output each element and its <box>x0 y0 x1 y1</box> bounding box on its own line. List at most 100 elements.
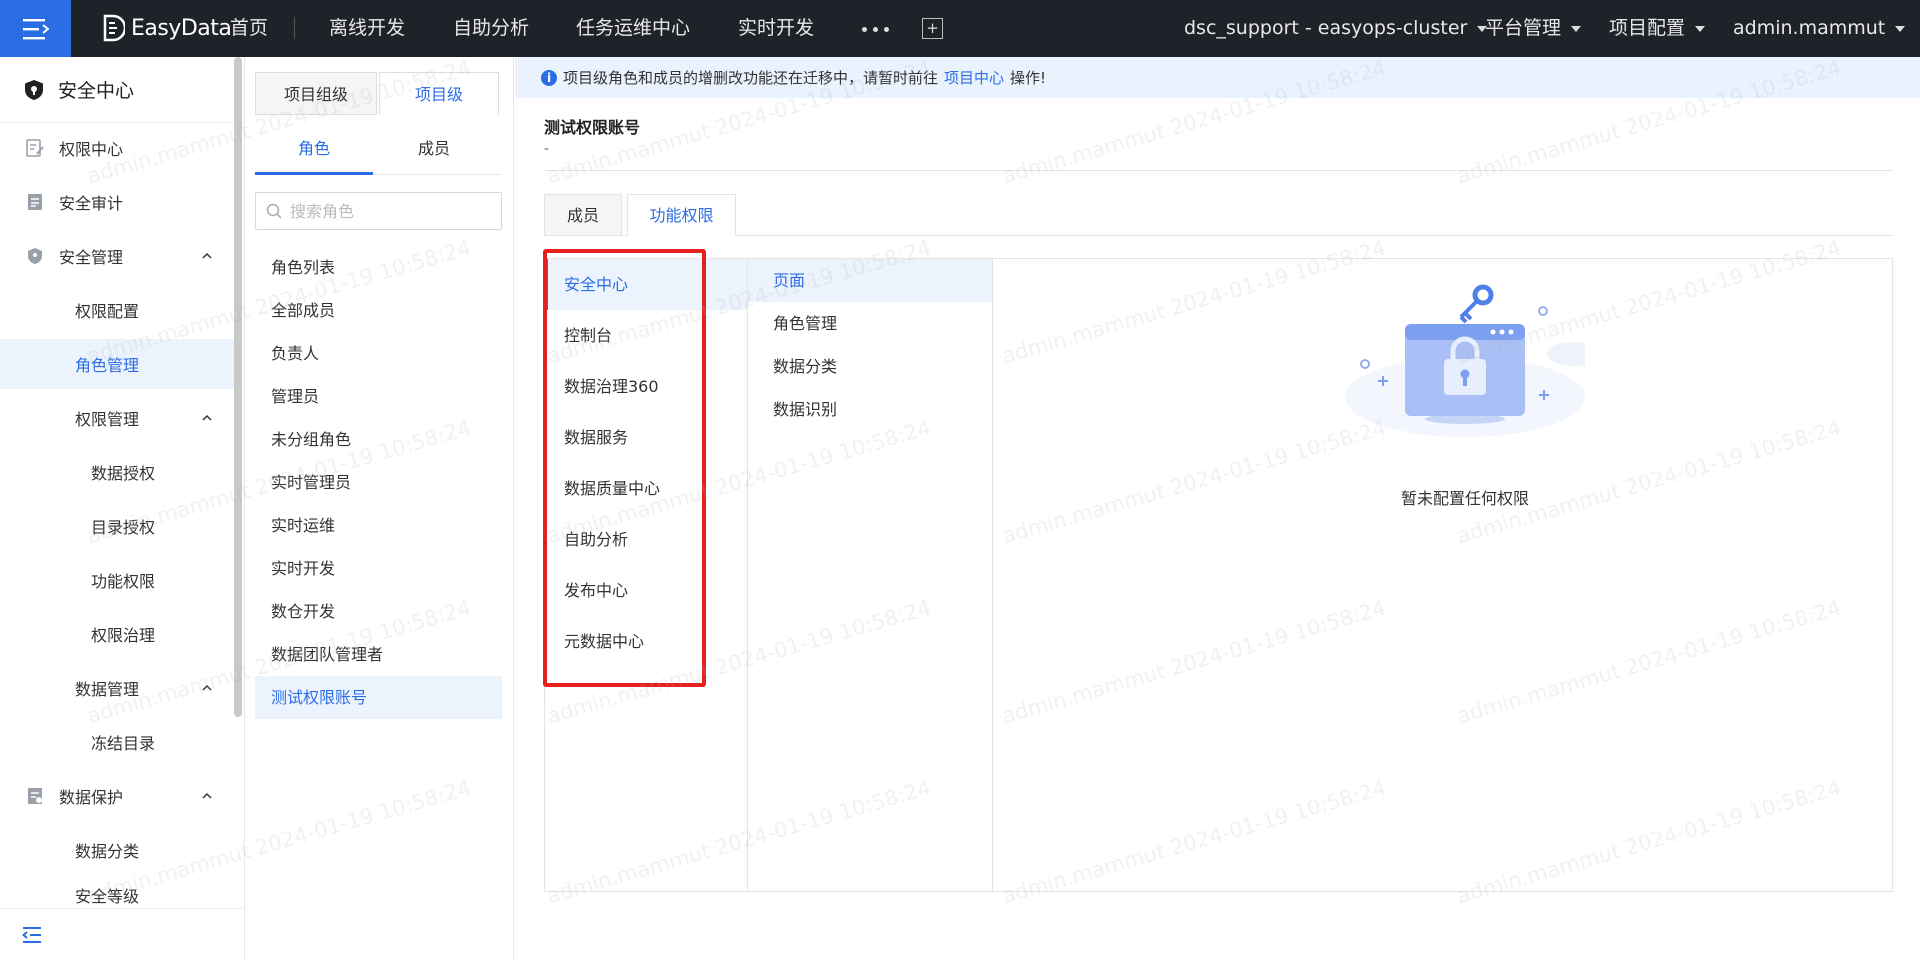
content-tabs: 成员 功能权限 <box>544 194 1893 236</box>
sidebar-item-data-auth[interactable]: 数据授权 <box>0 447 236 497</box>
module-item[interactable]: 安全中心 <box>545 259 747 310</box>
project-config-dropdown[interactable]: 项目配置 <box>1609 0 1706 57</box>
sidebar-item-frozen-catalog[interactable]: 冻结目录 <box>0 717 236 767</box>
module-item[interactable]: 控制台 <box>545 310 747 361</box>
chevron-up-icon <box>202 252 212 259</box>
notice-text: 项目级角色和成员的增删改功能还在迁移中，请暂时前往 <box>563 69 939 87</box>
divider <box>544 170 1893 171</box>
page-list: 页面 角色管理 数据分类 数据识别 <box>748 259 993 891</box>
sidebar-item-label: 功能权限 <box>91 572 156 591</box>
chevron-down-icon <box>1895 25 1906 32</box>
page-item[interactable]: 页面 <box>748 259 992 302</box>
tab-project-level[interactable]: 项目级 <box>379 72 499 115</box>
module-item[interactable]: 数据质量中心 <box>545 463 747 514</box>
tab-function-permissions[interactable]: 功能权限 <box>627 194 736 236</box>
sidebar-collapse-button[interactable] <box>0 908 244 960</box>
platform-mgmt-label: 平台管理 <box>1485 17 1562 39</box>
sidebar: 安全中心 权限中心 安全审计 安全管理 权限配置 角色管理 权限管理 数据授权 … <box>0 57 245 960</box>
sidebar-item-label: 数据分类 <box>75 842 140 861</box>
permission-edit-icon <box>26 139 44 157</box>
sidebar-item-label: 数据保护 <box>59 788 124 807</box>
page-subtitle: - <box>544 141 550 157</box>
project-config-label: 项目配置 <box>1609 17 1686 39</box>
sidebar-item-security-mgmt[interactable]: 安全管理 <box>0 231 236 281</box>
project-center-link[interactable]: 项目中心 <box>944 67 1004 88</box>
data-protect-icon <box>28 788 42 804</box>
page-title: 测试权限账号 <box>544 118 641 137</box>
role-item[interactable]: 数仓开发 <box>255 590 502 633</box>
tab-project-group-level[interactable]: 项目组级 <box>255 72 377 115</box>
security-center-icon <box>25 79 43 100</box>
sidebar-item-role-mgmt[interactable]: 角色管理 <box>0 339 236 389</box>
role-item[interactable]: 数据团队管理者 <box>255 633 502 676</box>
shield-icon <box>28 248 42 264</box>
nav-home[interactable]: 首页 <box>230 0 268 57</box>
nav-task-ops[interactable]: 任务运维中心 <box>576 0 690 57</box>
tab-members[interactable]: 成员 <box>375 127 493 175</box>
nav-self-analysis[interactable]: 自助分析 <box>453 0 529 57</box>
role-item-selected[interactable]: 测试权限账号 <box>255 676 502 719</box>
search-icon <box>266 203 282 219</box>
add-tab-icon[interactable]: + <box>922 18 943 39</box>
sidebar-item-label: 权限配置 <box>75 302 140 321</box>
chevron-down-icon <box>1571 25 1582 32</box>
role-member-tabs: 角色 成员 <box>255 127 502 175</box>
sidebar-item-label: 权限治理 <box>91 626 156 645</box>
collapse-menu-icon <box>22 926 41 943</box>
role-item[interactable]: 未分组角色 <box>255 418 502 461</box>
sidebar-header: 安全中心 <box>0 57 244 123</box>
menu-icon <box>22 18 49 39</box>
sidebar-item-data-classify[interactable]: 数据分类 <box>0 825 236 875</box>
sidebar-item-data-mgmt[interactable]: 数据管理 <box>0 663 236 713</box>
cluster-dropdown[interactable]: dsc_support - easyops-cluster <box>1184 0 1488 57</box>
nav-realtime-dev[interactable]: 实时开发 <box>738 0 814 57</box>
nav-offline-dev[interactable]: 离线开发 <box>329 0 405 57</box>
role-item[interactable]: 实时开发 <box>255 547 502 590</box>
sidebar-item-label: 冻结目录 <box>91 734 156 753</box>
tab-members[interactable]: 成员 <box>544 194 622 236</box>
page-item[interactable]: 数据识别 <box>748 388 992 431</box>
audit-doc-icon <box>28 194 42 210</box>
module-item[interactable]: 发布中心 <box>545 565 747 616</box>
brand-name: EasyData <box>131 15 232 41</box>
platform-mgmt-dropdown[interactable]: 平台管理 <box>1485 0 1582 57</box>
sidebar-item-perm-governance[interactable]: 权限治理 <box>0 609 236 659</box>
more-icon[interactable] <box>862 27 889 32</box>
sidebar-item-security-audit[interactable]: 安全审计 <box>0 177 236 227</box>
user-dropdown[interactable]: admin.mammut <box>1733 0 1906 57</box>
notice-tail: 操作! <box>1010 69 1047 87</box>
role-item[interactable]: 角色列表 <box>255 246 502 289</box>
sidebar-item-permission-center[interactable]: 权限中心 <box>0 123 236 173</box>
menu-toggle-button[interactable] <box>0 0 71 57</box>
page-item[interactable]: 数据分类 <box>748 345 992 388</box>
role-item[interactable]: 负责人 <box>255 332 502 375</box>
sidebar-item-catalog-auth[interactable]: 目录授权 <box>0 501 236 551</box>
sidebar-scrollbar[interactable] <box>234 57 242 717</box>
main-content: i 项目级角色和成员的增删改功能还在迁移中，请暂时前往 项目中心 操作! 测试权… <box>515 57 1920 960</box>
page-item[interactable]: 角色管理 <box>748 302 992 345</box>
sidebar-item-label: 数据管理 <box>75 680 140 699</box>
chevron-up-icon <box>202 792 212 799</box>
module-item[interactable]: 数据服务 <box>545 412 747 463</box>
migration-notice: i 项目级角色和成员的增删改功能还在迁移中，请暂时前往 项目中心 操作! <box>515 57 1920 98</box>
sidebar-item-security-level[interactable]: 安全等级 <box>0 879 236 909</box>
search-input[interactable] <box>290 201 490 221</box>
module-item[interactable]: 自助分析 <box>545 514 747 565</box>
empty-state-text: 暂未配置任何权限 <box>1400 489 1529 508</box>
module-item[interactable]: 数据治理360 <box>545 361 747 412</box>
info-icon: i <box>541 69 557 86</box>
level-tabs: 项目组级 项目级 <box>255 72 499 115</box>
role-item[interactable]: 管理员 <box>255 375 502 418</box>
sidebar-item-label: 数据授权 <box>91 464 156 483</box>
tab-roles[interactable]: 角色 <box>255 127 373 175</box>
sidebar-item-label: 安全等级 <box>75 887 140 906</box>
sidebar-item-permission-mgmt[interactable]: 权限管理 <box>0 393 236 443</box>
role-item[interactable]: 实时管理员 <box>255 461 502 504</box>
role-item[interactable]: 全部成员 <box>255 289 502 332</box>
module-item[interactable]: 元数据中心 <box>545 616 747 667</box>
brand-logo[interactable]: EasyData <box>103 14 232 42</box>
sidebar-item-data-protection[interactable]: 数据保护 <box>0 771 236 821</box>
sidebar-item-function-perm[interactable]: 功能权限 <box>0 555 236 605</box>
role-item[interactable]: 实时运维 <box>255 504 502 547</box>
sidebar-item-permission-config[interactable]: 权限配置 <box>0 285 236 335</box>
